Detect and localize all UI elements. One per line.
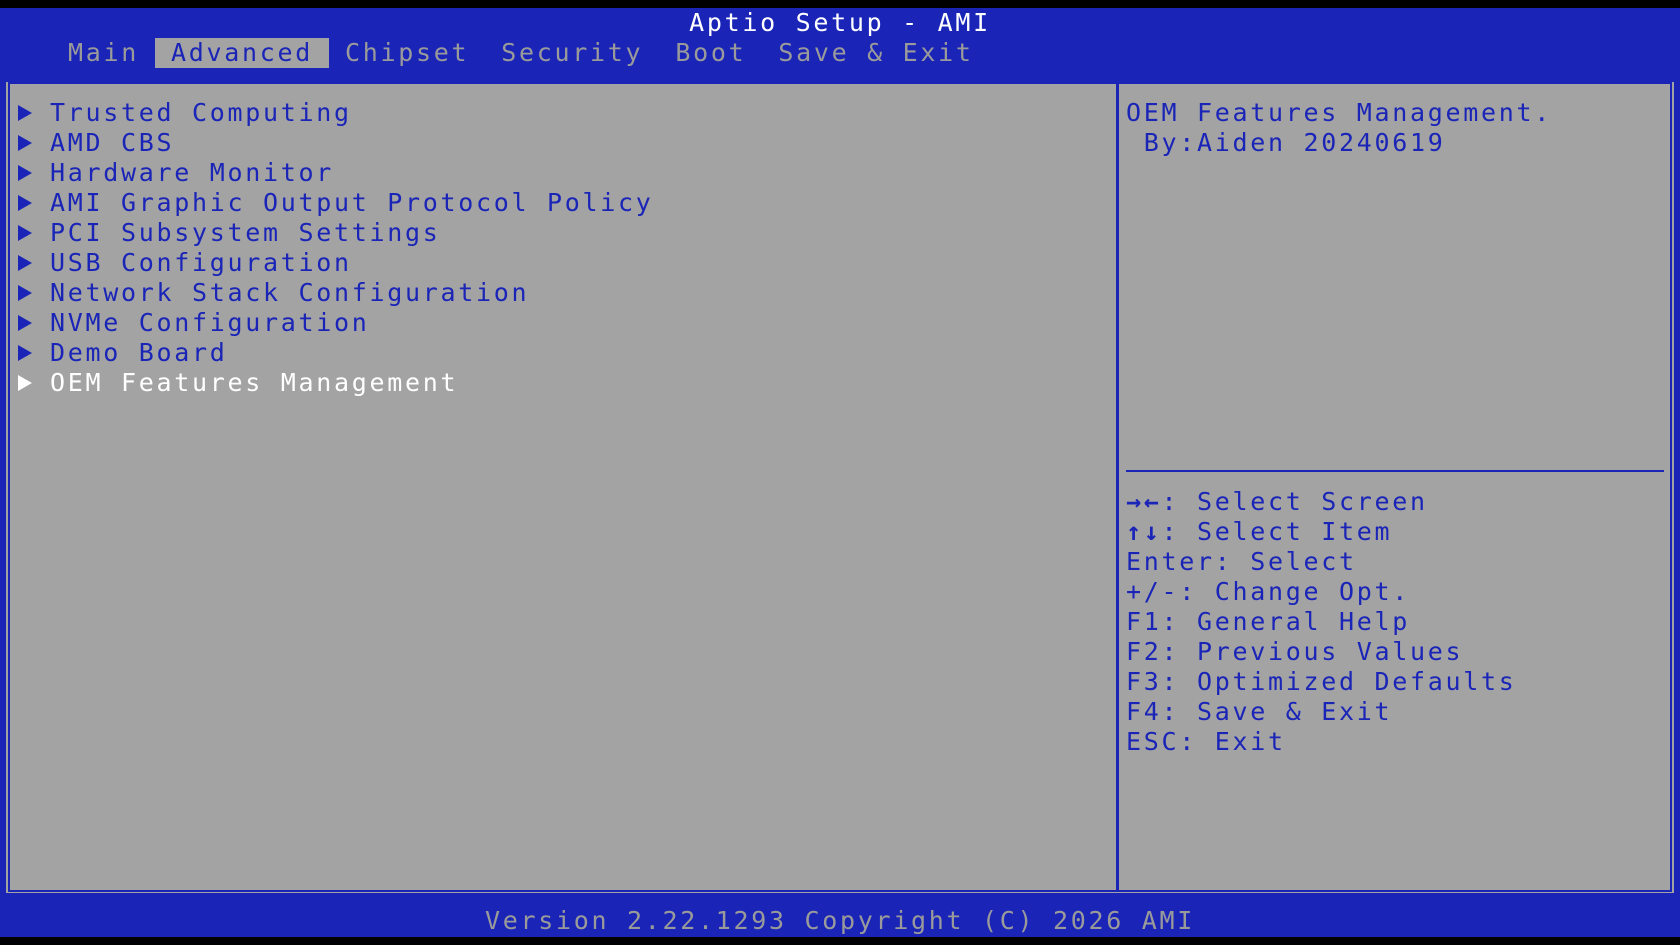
item-help-text: OEM Features Management. By:Aiden 202406… xyxy=(1126,98,1666,158)
menu-item-label: OEM Features Management xyxy=(50,368,459,397)
menu-item-label: Hardware Monitor xyxy=(50,158,335,187)
submenu-arrow-icon xyxy=(18,195,32,211)
key-hint-f1: F1: General Help xyxy=(1126,607,1517,637)
submenu-arrow-icon xyxy=(18,135,32,151)
submenu-arrow-icon xyxy=(18,315,32,331)
submenu-arrow-icon xyxy=(18,345,32,361)
up-down-arrows-icon: ↑↓ xyxy=(1126,517,1162,546)
menu-item-label: AMD CBS xyxy=(50,128,175,157)
submenu-arrow-icon xyxy=(18,165,32,181)
menu-item-demo-board[interactable]: Demo Board xyxy=(16,338,654,368)
key-label: F4 xyxy=(1126,697,1162,726)
help-line: By:Aiden 20240619 xyxy=(1126,128,1446,157)
key-desc: : Exit xyxy=(1179,727,1286,756)
tab-main[interactable]: Main xyxy=(52,38,155,68)
key-label: F1 xyxy=(1126,607,1162,636)
menu-item-label: Demo Board xyxy=(50,338,228,367)
menu-item-nvme-configuration[interactable]: NVMe Configuration xyxy=(16,308,654,338)
menu-item-hardware-monitor[interactable]: Hardware Monitor xyxy=(16,158,654,188)
tab-boot[interactable]: Boot xyxy=(659,38,762,68)
key-hint-select-item: ↑↓: Select Item xyxy=(1126,517,1517,547)
menu-item-network-stack[interactable]: Network Stack Configuration xyxy=(16,278,654,308)
version-footer: Version 2.22.1293 Copyright (C) 2026 AMI xyxy=(484,906,1196,935)
key-label: ESC xyxy=(1126,727,1180,756)
submenu-arrow-icon xyxy=(18,285,32,301)
left-right-arrows-icon: →← xyxy=(1126,487,1162,516)
menu-item-label: NVMe Configuration xyxy=(50,308,370,337)
menu-item-amd-cbs[interactable]: AMD CBS xyxy=(16,128,654,158)
key-desc: : Optimized Defaults xyxy=(1161,667,1517,696)
menu-item-pci-subsystem[interactable]: PCI Subsystem Settings xyxy=(16,218,654,248)
app-title: Aptio Setup - AMI xyxy=(689,8,991,37)
key-hint-change-opt: +/-: Change Opt. xyxy=(1126,577,1517,607)
key-hint-esc: ESC: Exit xyxy=(1126,727,1517,757)
menu-item-label: PCI Subsystem Settings xyxy=(50,218,441,247)
advanced-menu: Trusted Computing AMD CBS Hardware Monit… xyxy=(16,98,654,398)
menu-item-label: USB Configuration xyxy=(50,248,352,277)
menu-item-label: AMI Graphic Output Protocol Policy xyxy=(50,188,654,217)
key-desc: : Previous Values xyxy=(1161,637,1464,666)
menu-item-usb-configuration[interactable]: USB Configuration xyxy=(16,248,654,278)
key-hint-f4: F4: Save & Exit xyxy=(1126,697,1517,727)
tab-security[interactable]: Security xyxy=(485,38,659,68)
menu-item-oem-features[interactable]: OEM Features Management xyxy=(16,368,654,398)
help-line: OEM Features Management. xyxy=(1126,98,1553,127)
menu-item-trusted-computing[interactable]: Trusted Computing xyxy=(16,98,654,128)
key-legend: →←: Select Screen ↑↓: Select Item Enter:… xyxy=(1126,487,1517,757)
key-desc: : General Help xyxy=(1161,607,1411,636)
key-desc: : Save & Exit xyxy=(1161,697,1393,726)
key-desc: : Select Item xyxy=(1161,517,1393,546)
key-label: F2 xyxy=(1126,637,1162,666)
tab-bar: Main Advanced Chipset Security Boot Save… xyxy=(52,38,990,68)
key-label: +/- xyxy=(1126,577,1180,606)
key-hint-enter: Enter: Select xyxy=(1126,547,1517,577)
tab-chipset[interactable]: Chipset xyxy=(329,38,485,68)
vertical-divider xyxy=(1116,82,1119,892)
submenu-arrow-icon xyxy=(18,225,32,241)
key-desc: : Change Opt. xyxy=(1179,577,1411,606)
submenu-arrow-icon xyxy=(18,105,32,121)
key-hint-f3: F3: Optimized Defaults xyxy=(1126,667,1517,697)
menu-item-label: Network Stack Configuration xyxy=(50,278,530,307)
key-desc: : Select Screen xyxy=(1161,487,1428,516)
key-hint-f2: F2: Previous Values xyxy=(1126,637,1517,667)
tab-advanced[interactable]: Advanced xyxy=(155,38,330,68)
key-desc: : Select xyxy=(1214,547,1357,576)
submenu-arrow-icon xyxy=(18,375,32,391)
menu-item-label: Trusted Computing xyxy=(50,98,352,127)
submenu-arrow-icon xyxy=(18,255,32,271)
help-divider xyxy=(1126,470,1664,472)
key-label: Enter xyxy=(1126,547,1215,576)
tab-save-exit[interactable]: Save & Exit xyxy=(762,38,989,68)
key-hint-select-screen: →←: Select Screen xyxy=(1126,487,1517,517)
menu-item-ami-gop-policy[interactable]: AMI Graphic Output Protocol Policy xyxy=(16,188,654,218)
key-label: F3 xyxy=(1126,667,1162,696)
